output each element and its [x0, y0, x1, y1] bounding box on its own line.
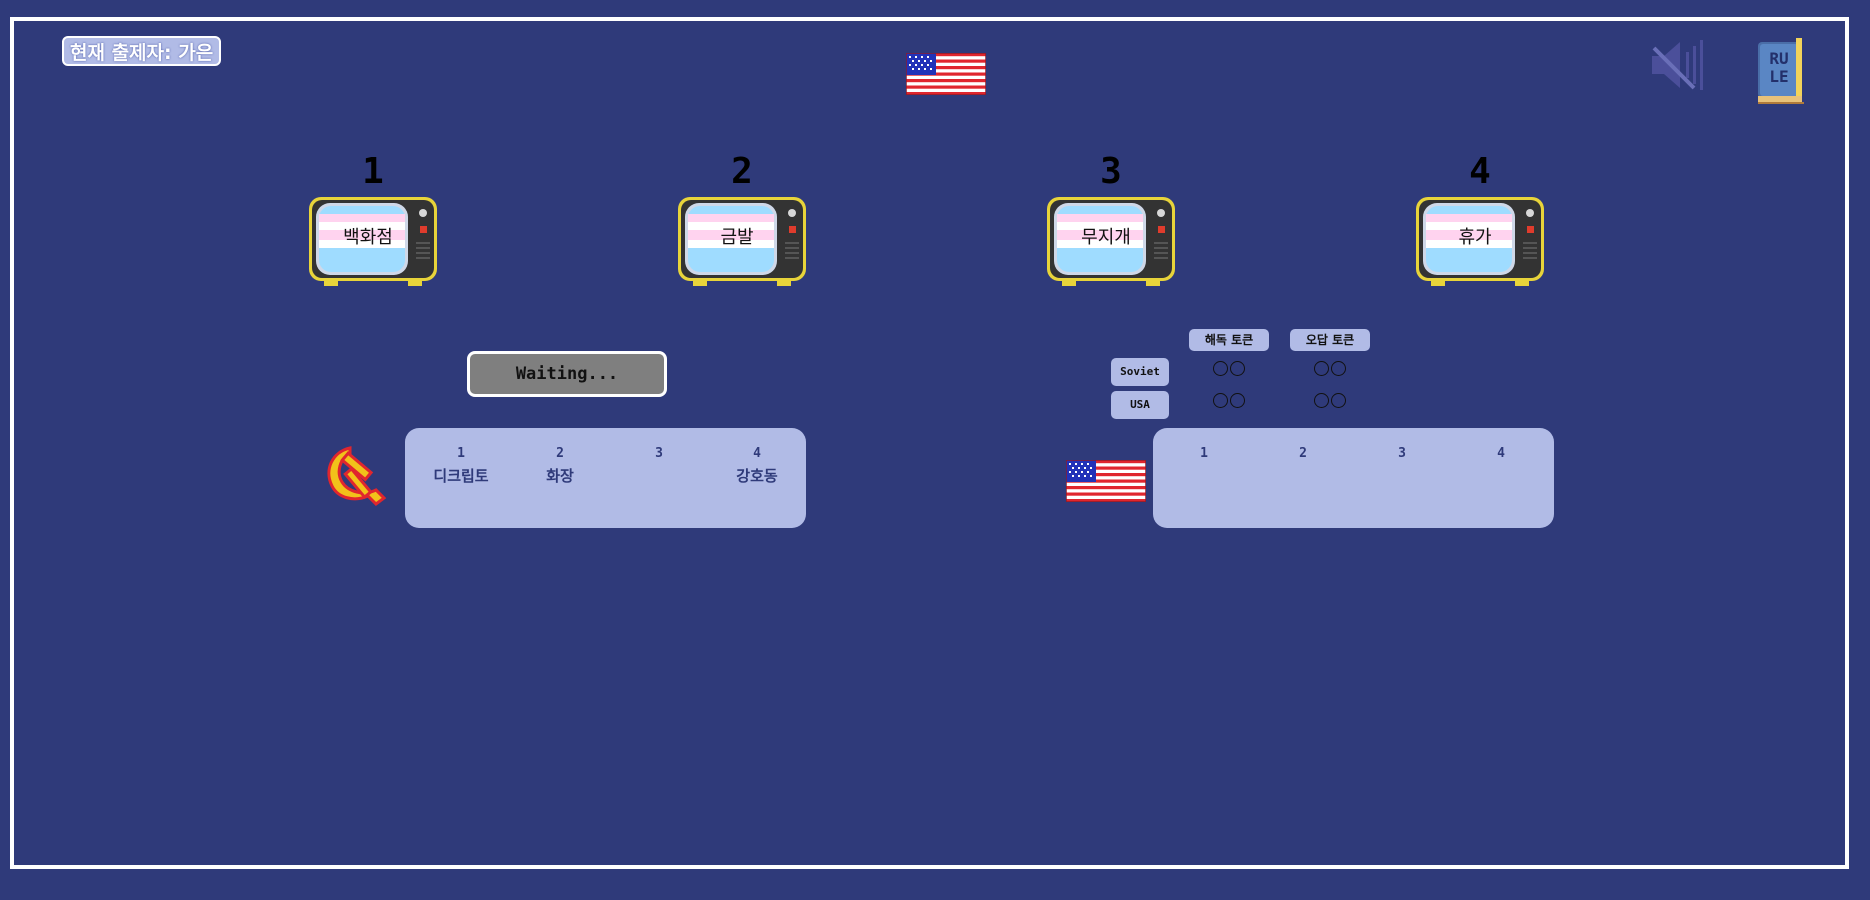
usa-clue-panel: 1 2 3 4	[1153, 428, 1554, 528]
token-slot	[1213, 361, 1228, 376]
team-label-usa: USA	[1111, 391, 1169, 419]
wrong-token-label: 오답 토큰	[1290, 329, 1370, 351]
rule-text-bottom: LE	[1769, 67, 1788, 86]
clue-column-number: 3	[1398, 446, 1406, 461]
current-presenter-label: 현재 출제자: 가은	[62, 36, 222, 66]
token-slot	[1213, 393, 1228, 408]
clue-word: 강호동	[736, 467, 778, 485]
soviet-wrong-tokens	[1314, 361, 1346, 376]
game-frame	[10, 17, 1849, 869]
token-slot	[1314, 361, 1329, 376]
clue-column-2: 2	[1258, 446, 1348, 486]
clue-word: 디크립토	[433, 467, 489, 485]
hammer-sickle-icon	[320, 442, 392, 508]
clue-word	[1357, 466, 1447, 486]
usa-flag-icon	[906, 53, 986, 95]
clue-word	[1258, 466, 1348, 486]
tv-icon: 백화점	[306, 194, 440, 290]
usa-decode-tokens	[1213, 393, 1245, 408]
tv-icon: 무지개	[1044, 194, 1178, 290]
speaker-muted-icon[interactable]	[1650, 38, 1706, 92]
keyword-slot-2: 2 금발	[675, 152, 809, 290]
clue-column-number: 4	[1497, 446, 1505, 461]
token-slot	[1331, 393, 1346, 408]
decode-token-label: 해독 토큰	[1189, 329, 1269, 351]
keyword-word: 금발	[720, 227, 754, 248]
soviet-decode-tokens	[1213, 361, 1245, 376]
rule-book-icon[interactable]: RU LE	[1756, 36, 1806, 106]
clue-column-1: 1	[1159, 446, 1249, 486]
clue-column-number: 1	[457, 446, 465, 461]
clue-column-number: 4	[753, 446, 761, 461]
team-label-soviet: Soviet	[1111, 358, 1169, 386]
soviet-clue-panel: 1 디크립토 2 화장 3 4 강호동	[405, 428, 806, 528]
token-slot	[1331, 361, 1346, 376]
keyword-slot-1: 1 백화점	[306, 152, 440, 290]
clue-column-4: 4	[1456, 446, 1546, 486]
keyword-word: 휴가	[1458, 227, 1492, 248]
token-slot	[1230, 393, 1245, 408]
clue-column-4: 4 강호동	[712, 446, 802, 486]
clue-column-number: 3	[655, 446, 663, 461]
clue-column-2: 2 화장	[515, 446, 605, 486]
tv-icon: 휴가	[1413, 194, 1547, 290]
keyword-slot-4: 4 휴가	[1413, 152, 1547, 290]
waiting-button[interactable]: Waiting...	[467, 351, 667, 397]
keyword-slot-3: 3 무지개	[1044, 152, 1178, 290]
keyword-word: 무지개	[1081, 227, 1131, 248]
tv-icon: 금발	[675, 194, 809, 290]
token-slot	[1230, 361, 1245, 376]
clue-column-number: 1	[1200, 446, 1208, 461]
clue-column-number: 2	[556, 446, 564, 461]
keyword-number: 3	[1100, 151, 1122, 192]
token-slot	[1314, 393, 1329, 408]
clue-column-1: 1 디크립토	[416, 446, 506, 486]
keyword-number: 4	[1469, 151, 1491, 192]
usa-wrong-tokens	[1314, 393, 1346, 408]
keyword-word: 백화점	[343, 227, 393, 248]
clue-column-3: 3	[614, 446, 704, 486]
clue-column-3: 3	[1357, 446, 1447, 486]
keyword-number: 2	[731, 151, 753, 192]
usa-flag-icon	[1066, 460, 1146, 502]
clue-word: 화장	[546, 467, 574, 485]
keyword-number: 1	[362, 151, 384, 192]
clue-word	[1456, 466, 1546, 486]
clue-word	[614, 466, 704, 486]
clue-word	[1159, 466, 1249, 486]
rule-text-top: RU	[1769, 49, 1788, 68]
clue-column-number: 2	[1299, 446, 1307, 461]
